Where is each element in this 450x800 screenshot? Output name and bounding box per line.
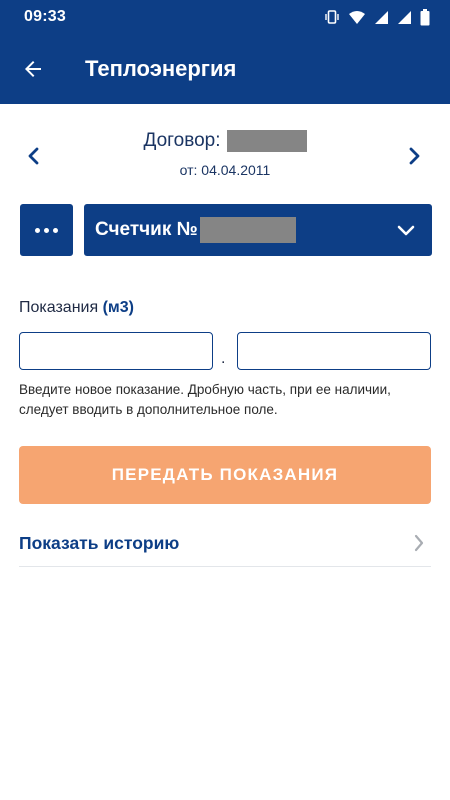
- meter-options-button[interactable]: [20, 204, 73, 256]
- page-title: Теплоэнергия: [85, 56, 237, 81]
- show-history-label: Показать историю: [19, 532, 180, 553]
- reading-integer-input[interactable]: [19, 332, 213, 370]
- show-history-link[interactable]: Показать историю: [19, 520, 431, 567]
- arrow-left-icon: [25, 61, 41, 77]
- contract-selector: Договор: от: 04.04.2011: [0, 126, 450, 186]
- more-dots-icon: [44, 227, 49, 233]
- contract-number: Договор:: [0, 130, 450, 152]
- redacted-contract-number: [226, 130, 307, 152]
- submit-readings-button[interactable]: ПЕРЕДАТЬ ПОКАЗАНИЯ: [19, 446, 431, 504]
- chevron-right-icon: [414, 534, 424, 552]
- signal-icon: [374, 10, 389, 25]
- readings-label-text: Показания: [19, 299, 99, 316]
- readings-label: Показания (м3): [19, 299, 134, 317]
- contract-label: Договор:: [143, 130, 221, 151]
- decimal-separator: .: [221, 350, 226, 367]
- status-time: 09:33: [24, 8, 66, 25]
- contract-date: от: 04.04.2011: [179, 162, 271, 178]
- more-dots-icon: [35, 227, 40, 233]
- status-icons: [324, 8, 430, 26]
- app-bar: Теплоэнергия: [0, 34, 450, 104]
- chevron-down-icon: [397, 225, 415, 236]
- reading-fraction-input[interactable]: [237, 332, 431, 370]
- meter-label: Счетчик №: [95, 219, 198, 240]
- more-dots-icon: [53, 227, 58, 233]
- readings-input-row: .: [19, 332, 431, 370]
- redacted-meter-number: [199, 217, 296, 243]
- vibrate-icon: [324, 9, 340, 25]
- back-button[interactable]: [18, 54, 48, 84]
- wifi-icon: [348, 9, 366, 25]
- next-contract-button[interactable]: [400, 142, 428, 170]
- battery-icon: [420, 8, 430, 26]
- signal-icon: [397, 10, 412, 25]
- meter-row: Счетчик №: [20, 204, 432, 256]
- meter-dropdown[interactable]: Счетчик №: [84, 204, 432, 256]
- chevron-right-icon: [409, 147, 420, 165]
- readings-unit: (м3): [102, 299, 134, 316]
- status-bar: 09:33: [0, 0, 450, 34]
- readings-hint: Введите новое показание. Дробную часть, …: [19, 382, 391, 417]
